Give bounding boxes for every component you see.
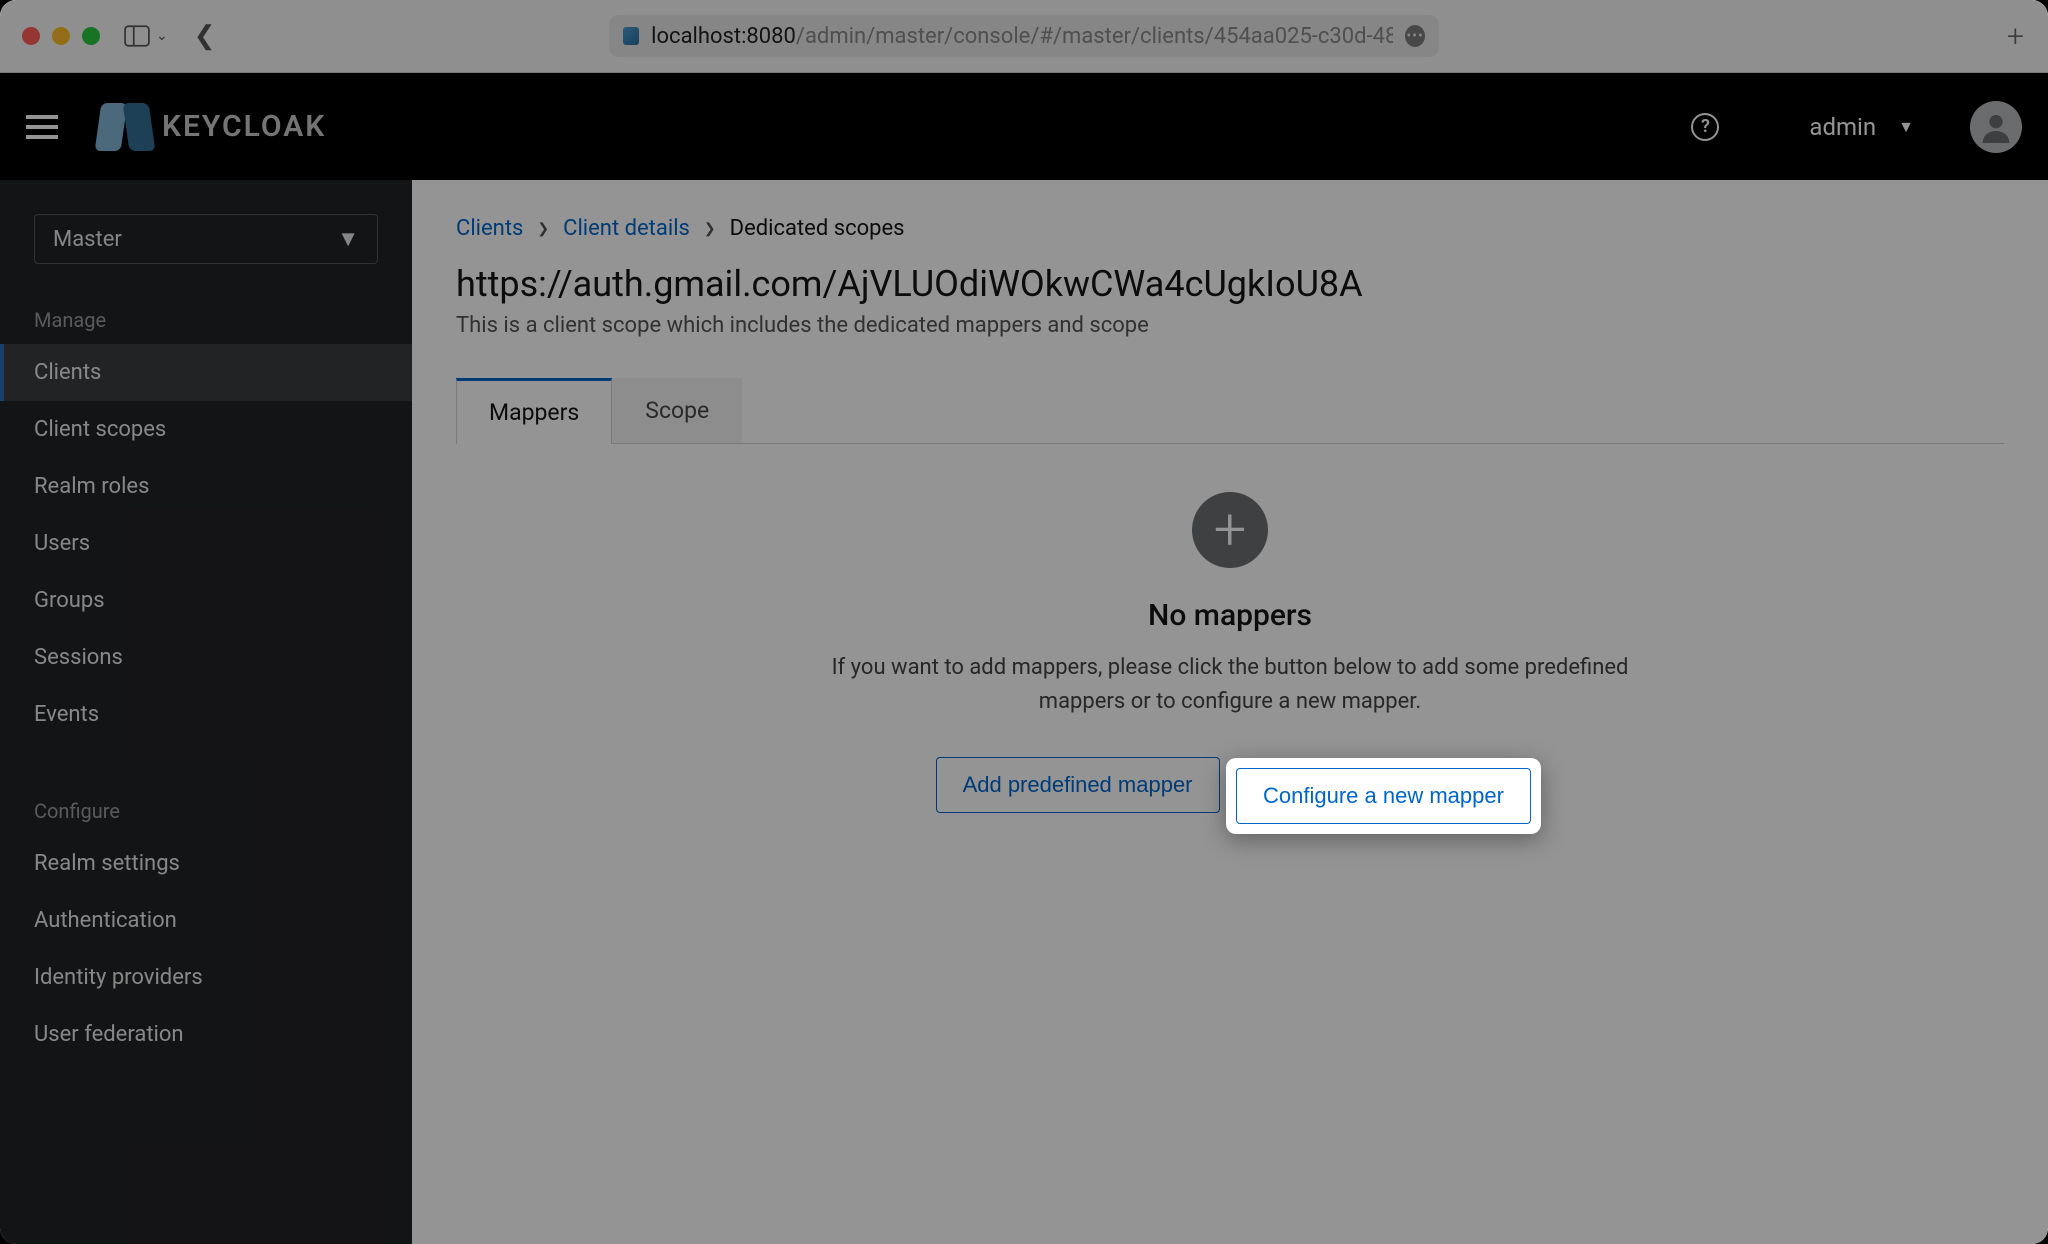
- reader-icon[interactable]: •••: [1405, 25, 1425, 47]
- caret-down-icon: ▼: [1898, 117, 1914, 137]
- empty-state: + No mappers If you want to add mappers,…: [456, 444, 2004, 813]
- avatar[interactable]: [1970, 101, 2022, 153]
- breadcrumb-client-details[interactable]: Client details: [563, 216, 690, 241]
- chevron-right-icon: ❯: [537, 221, 549, 237]
- maximize-window-button[interactable]: [82, 27, 100, 45]
- add-predefined-mapper-button[interactable]: Add predefined mapper: [936, 757, 1220, 813]
- browser-titlebar: ⌄ ❮ localhost:8080/admin/master/console/…: [0, 0, 2048, 73]
- help-icon[interactable]: ?: [1691, 113, 1719, 141]
- browser-addressbar[interactable]: localhost:8080/admin/master/console/#/ma…: [609, 15, 1439, 57]
- tabs: Mappers Scope: [456, 378, 2004, 444]
- site-favicon: [623, 27, 639, 45]
- sidebar-section-manage: Manage: [0, 294, 412, 344]
- sidebar: Master ▼ Manage Clients Client scopes Re…: [0, 180, 412, 1244]
- logo-icon: [98, 103, 152, 151]
- sidebar-item-user-federation[interactable]: User federation: [0, 1006, 412, 1063]
- brand-name: KEYCLOAK: [162, 109, 326, 144]
- user-menu[interactable]: admin ▼: [1809, 113, 1914, 141]
- new-tab-button[interactable]: +: [2007, 19, 2024, 54]
- menu-toggle-button[interactable]: [26, 115, 58, 139]
- minimize-window-button[interactable]: [52, 27, 70, 45]
- sidebar-item-groups[interactable]: Groups: [0, 572, 412, 629]
- configure-new-mapper-button[interactable]: Configure a new mapper: [1236, 768, 1531, 824]
- realm-selector[interactable]: Master ▼: [34, 214, 378, 264]
- app-header: KEYCLOAK ? admin ▼: [0, 73, 2048, 180]
- browser-sidebar-toggle[interactable]: ⌄: [124, 25, 168, 47]
- page-title: https://auth.gmail.com/AjVLUOdiWOkwCWa4c…: [456, 263, 2004, 305]
- main-content: Clients ❯ Client details ❯ Dedicated sco…: [412, 180, 2048, 1244]
- sidebar-item-realm-roles[interactable]: Realm roles: [0, 458, 412, 515]
- sidebar-item-client-scopes[interactable]: Client scopes: [0, 401, 412, 458]
- highlight-spotlight: Configure a new mapper: [1226, 758, 1541, 834]
- window-controls: [22, 27, 100, 45]
- browser-back-button[interactable]: ❮: [194, 21, 216, 51]
- caret-down-icon: ▼: [337, 226, 359, 252]
- url-text: localhost:8080/admin/master/console/#/ma…: [651, 24, 1393, 49]
- tab-mappers[interactable]: Mappers: [456, 378, 612, 444]
- sidebar-item-authentication[interactable]: Authentication: [0, 892, 412, 949]
- empty-title: No mappers: [1148, 598, 1312, 633]
- chevron-down-icon: ⌄: [156, 28, 168, 44]
- empty-description: If you want to add mappers, please click…: [800, 651, 1660, 719]
- plus-circle-icon: +: [1192, 492, 1268, 568]
- sidebar-item-users[interactable]: Users: [0, 515, 412, 572]
- page-description: This is a client scope which includes th…: [456, 313, 2004, 338]
- sidebar-item-identity-providers[interactable]: Identity providers: [0, 949, 412, 1006]
- username-label: admin: [1809, 113, 1876, 141]
- realm-name: Master: [53, 227, 122, 252]
- breadcrumb-current: Dedicated scopes: [730, 216, 905, 241]
- chevron-right-icon: ❯: [704, 221, 716, 237]
- brand-logo[interactable]: KEYCLOAK: [98, 103, 326, 151]
- close-window-button[interactable]: [22, 27, 40, 45]
- sidebar-item-clients[interactable]: Clients: [0, 344, 412, 401]
- breadcrumb-clients[interactable]: Clients: [456, 216, 523, 241]
- breadcrumb: Clients ❯ Client details ❯ Dedicated sco…: [456, 216, 2004, 241]
- sidebar-item-realm-settings[interactable]: Realm settings: [0, 835, 412, 892]
- sidebar-item-sessions[interactable]: Sessions: [0, 629, 412, 686]
- sidebar-item-events[interactable]: Events: [0, 686, 412, 743]
- sidebar-section-configure: Configure: [0, 785, 412, 835]
- tab-scope[interactable]: Scope: [612, 378, 742, 443]
